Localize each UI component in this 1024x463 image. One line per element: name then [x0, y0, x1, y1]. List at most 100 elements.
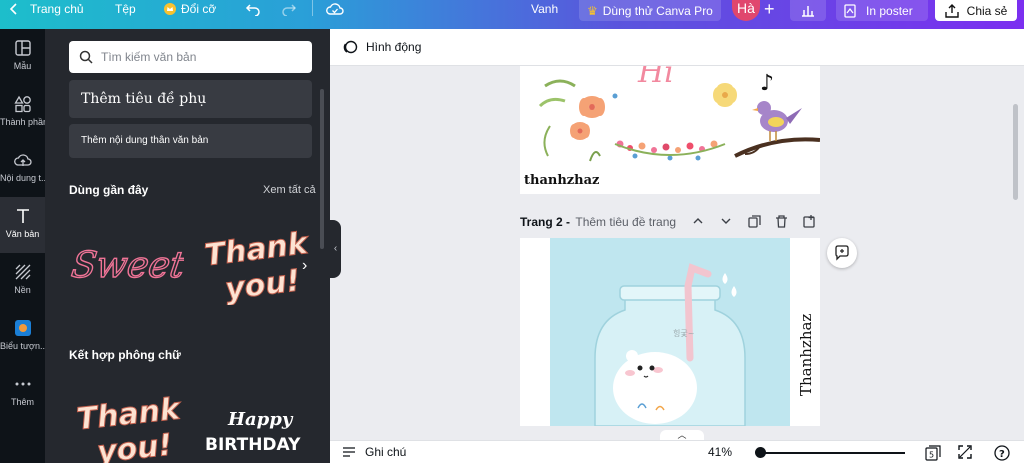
cloud-icon	[326, 2, 344, 15]
templates-icon	[14, 40, 31, 56]
rail-label: Mẫu	[13, 61, 32, 71]
svg-text:?: ?	[999, 449, 1005, 460]
help-button[interactable]: ?	[994, 445, 1010, 461]
combo-thank-you[interactable]: Thank you!	[69, 389, 185, 463]
page-2-label: Trang 2 -	[520, 215, 571, 229]
add-collaborator-button[interactable]: +	[764, 0, 775, 19]
undo-icon	[245, 3, 260, 16]
share-button[interactable]: Chia sẻ	[935, 0, 1017, 21]
text-panel: Thêm tiêu đề phụ Thêm nội dung thân văn …	[45, 29, 330, 463]
bar-chart-icon	[802, 5, 814, 17]
avatar[interactable]: Hà	[732, 0, 760, 21]
resize-label: Đổi cỡ	[181, 1, 217, 16]
redo-icon	[282, 3, 297, 16]
file-menu[interactable]: Tệp	[115, 0, 136, 17]
comment-add-icon	[835, 245, 849, 261]
font-combos-title: Kết hợp phông chữ	[69, 348, 181, 362]
home-label: Trang chủ	[30, 1, 84, 16]
text-icon	[16, 209, 29, 223]
recent-section-title: Dùng gần đây	[69, 183, 149, 197]
notes-button[interactable]: Ghi chú	[342, 445, 406, 459]
user-name: Vanh	[531, 1, 559, 16]
rail-item-more[interactable]: Thêm	[0, 365, 45, 421]
cloud-save-button[interactable]	[326, 0, 344, 17]
canvas-scrollbar[interactable]	[1013, 104, 1018, 200]
rail-item-uploads[interactable]: Nội dung t...	[0, 141, 45, 197]
insights-button[interactable]	[790, 0, 826, 21]
rail-item-elements[interactable]: Thành phần	[0, 85, 45, 141]
animate-button[interactable]: Hình động	[366, 40, 421, 54]
add-comment-button[interactable]	[827, 238, 857, 268]
help-icon: ?	[994, 445, 1010, 461]
see-all-link[interactable]: Xem tất cả	[263, 184, 316, 196]
bottom-bar: Ghi chú 41% 5 ?	[330, 440, 1024, 463]
zoom-slider-track[interactable]	[760, 452, 905, 454]
cloud-upload-icon	[13, 154, 32, 166]
combo-thank-you-preview: Thank you!	[75, 391, 185, 463]
combo-happy-text: Happy	[227, 409, 294, 430]
search-box[interactable]	[69, 41, 312, 73]
page-2-header: Trang 2 - Thêm tiêu đề trang	[520, 215, 820, 233]
redo-button[interactable]	[281, 0, 297, 17]
music-note-icon: ♪	[760, 71, 774, 96]
recent-style-sweet[interactable]: Sweet	[68, 229, 188, 299]
page-count-button[interactable]: 5	[924, 445, 942, 461]
thank-you-text-preview: Thank you!	[202, 225, 312, 307]
move-page-down-icon[interactable]	[720, 215, 732, 230]
app-logo-icon	[14, 320, 31, 336]
sweet-text: Sweet	[69, 243, 184, 286]
svg-text:5: 5	[929, 451, 934, 460]
rail-label: Thêm	[10, 397, 34, 407]
move-page-up-icon[interactable]	[692, 215, 704, 230]
fullscreen-button[interactable]	[958, 445, 972, 459]
rail-item-background[interactable]: Nền	[0, 253, 45, 309]
share-icon	[944, 3, 959, 18]
top-bar: Trang chủ Tệp Đổi cỡ Vanh ♛ Dùng thử Can…	[0, 0, 1024, 29]
resize-button[interactable]: Đổi cỡ	[163, 0, 216, 17]
rail-item-text[interactable]: Văn bản	[0, 197, 45, 253]
combo-happy-birthday[interactable]: Happy BIRTHDAY	[200, 401, 315, 461]
crown-icon	[163, 2, 177, 16]
page2-vertical-text: Thanhzhaz	[797, 314, 815, 396]
zoom-value[interactable]: 41%	[708, 445, 732, 459]
duplicate-page-icon[interactable]	[748, 215, 761, 231]
search-icon	[79, 50, 93, 64]
share-label: Chia sẻ	[966, 3, 1008, 18]
expand-icon	[958, 445, 972, 459]
zoom-slider-handle[interactable]	[755, 447, 766, 458]
sticker-text: 힝궂~	[673, 328, 694, 338]
divider	[312, 0, 313, 16]
carousel-next-icon[interactable]: ›	[302, 257, 307, 275]
rail-label: Văn bản	[5, 229, 40, 239]
sweet-text-preview: Sweet	[68, 242, 188, 286]
pages-icon: 5	[925, 445, 941, 461]
recent-style-thank-you[interactable]: Thank you!	[200, 225, 315, 307]
side-rail: Mẫu Thành phần Nội dung t... Văn bản Nền…	[0, 29, 45, 463]
collapse-panel-button[interactable]: ‹	[330, 220, 341, 278]
design-page-1[interactable]: Hi ♪ thanhzhaz	[520, 66, 820, 194]
home-link[interactable]: Trang chủ	[8, 0, 84, 17]
panel-scrollbar[interactable]	[320, 89, 324, 249]
add-subheading-button[interactable]: Thêm tiêu đề phụ	[69, 80, 312, 118]
add-body-text-button[interactable]: Thêm nội dung thân văn bản	[69, 124, 312, 158]
search-input[interactable]	[101, 50, 291, 64]
delete-page-icon[interactable]	[775, 215, 788, 231]
rail-item-logos[interactable]: Biểu tượn...	[0, 309, 45, 365]
crown-icon: ♛	[587, 3, 598, 18]
print-label: In poster	[866, 3, 913, 18]
undo-button[interactable]	[245, 0, 261, 17]
animate-icon	[343, 40, 358, 54]
try-pro-button[interactable]: ♛ Dùng thử Canva Pro	[579, 0, 721, 21]
page1-heading: Hi	[637, 66, 674, 90]
more-dots-icon	[15, 382, 30, 386]
print-button[interactable]: In poster	[836, 0, 928, 21]
rail-label: Thành phần	[0, 117, 45, 127]
plus-icon: +	[764, 0, 775, 19]
try-pro-label: Dùng thử Canva Pro	[602, 3, 713, 18]
notes-icon	[343, 447, 355, 457]
design-page-2[interactable]: 힝궂~ Thanhzhaz	[520, 238, 820, 426]
page-title-input[interactable]: Thêm tiêu đề trang	[575, 215, 676, 229]
add-page-icon[interactable]	[803, 215, 816, 231]
rail-item-templates[interactable]: Mẫu	[0, 29, 45, 85]
context-toolbar: Hình động	[330, 29, 1024, 66]
